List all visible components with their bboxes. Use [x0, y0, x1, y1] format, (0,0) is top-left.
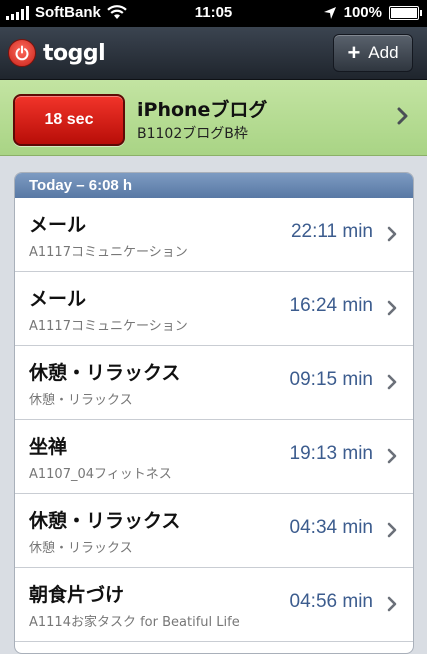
- chevron-right-icon: [397, 107, 408, 125]
- add-button-label: Add: [368, 43, 399, 62]
- entry-project: A1107_04フィットネス: [29, 467, 172, 482]
- status-bar: SoftBank 11:05 100%: [0, 0, 427, 27]
- entry-title: 朝食片づけ: [29, 584, 125, 606]
- chevron-right-icon: [387, 596, 397, 612]
- app-name: toggl: [43, 40, 106, 66]
- list-item[interactable]: 休憩・リラックス 休憩・リラックス 09:15 min: [15, 346, 413, 420]
- chevron-right-icon: [387, 448, 397, 464]
- chevron-right-icon: [387, 374, 397, 390]
- entry-title: メール: [29, 214, 87, 236]
- running-project: B1102ブログB枠: [137, 126, 248, 142]
- status-right: 100%: [323, 4, 422, 21]
- entry-duration: 19:13 min: [289, 443, 373, 464]
- list-item[interactable]: 朝食片づけ A1114お家タスク for Beatiful Life 04:56…: [15, 568, 413, 642]
- battery-icon: [389, 5, 422, 20]
- app-logo: toggl: [8, 39, 106, 67]
- chevron-right-icon: [387, 522, 397, 538]
- entry-title: 休憩・リラックス: [29, 362, 181, 384]
- list-item[interactable]: 坐禅 A1107_04フィットネス 19:13 min: [15, 420, 413, 494]
- list-header: Today – 6:08 h: [15, 173, 413, 198]
- entry-project: A1117コミュニケーション: [29, 245, 188, 260]
- entry-duration: 04:56 min: [289, 591, 373, 612]
- power-icon: [8, 39, 36, 67]
- stop-timer-button[interactable]: 18 sec: [13, 94, 125, 146]
- list-item[interactable]: 休憩・リラックス 休憩・リラックス 04:34 min: [15, 494, 413, 568]
- entry-duration: 09:15 min: [289, 369, 373, 390]
- plus-icon: +: [347, 40, 361, 65]
- battery-percent: 100%: [343, 4, 382, 21]
- location-arrow-icon: [323, 6, 336, 19]
- entry-title: 坐禅: [29, 436, 68, 458]
- list-item[interactable]: メール A1117コミュニケーション 22:11 min: [15, 198, 413, 272]
- entry-title: メール: [29, 288, 87, 310]
- list-item[interactable]: メール A1117コミュニケーション 16:24 min: [15, 272, 413, 346]
- nav-bar: toggl + Add: [0, 27, 427, 80]
- entry-title: 休憩・リラックス: [29, 510, 181, 532]
- running-title: iPhoneブログ: [137, 99, 268, 121]
- entry-project: A1117コミュニケーション: [29, 319, 188, 334]
- entry-duration: 22:11 min: [290, 221, 373, 242]
- entry-duration: 16:24 min: [289, 295, 373, 316]
- entry-project: A1114お家タスク for Beatiful Life: [29, 615, 240, 630]
- running-entry[interactable]: 18 sec iPhoneブログ B1102ブログB枠: [0, 80, 427, 156]
- chevron-right-icon: [387, 226, 397, 242]
- entry-duration: 04:34 min: [289, 517, 373, 538]
- entry-project: 休憩・リラックス: [29, 393, 133, 408]
- entry-project: 休憩・リラックス: [29, 541, 133, 556]
- time-entry-list: Today – 6:08 h メール A1117コミュニケーション 22:11 …: [14, 172, 414, 654]
- add-button[interactable]: + Add: [333, 34, 413, 72]
- chevron-right-icon: [387, 300, 397, 316]
